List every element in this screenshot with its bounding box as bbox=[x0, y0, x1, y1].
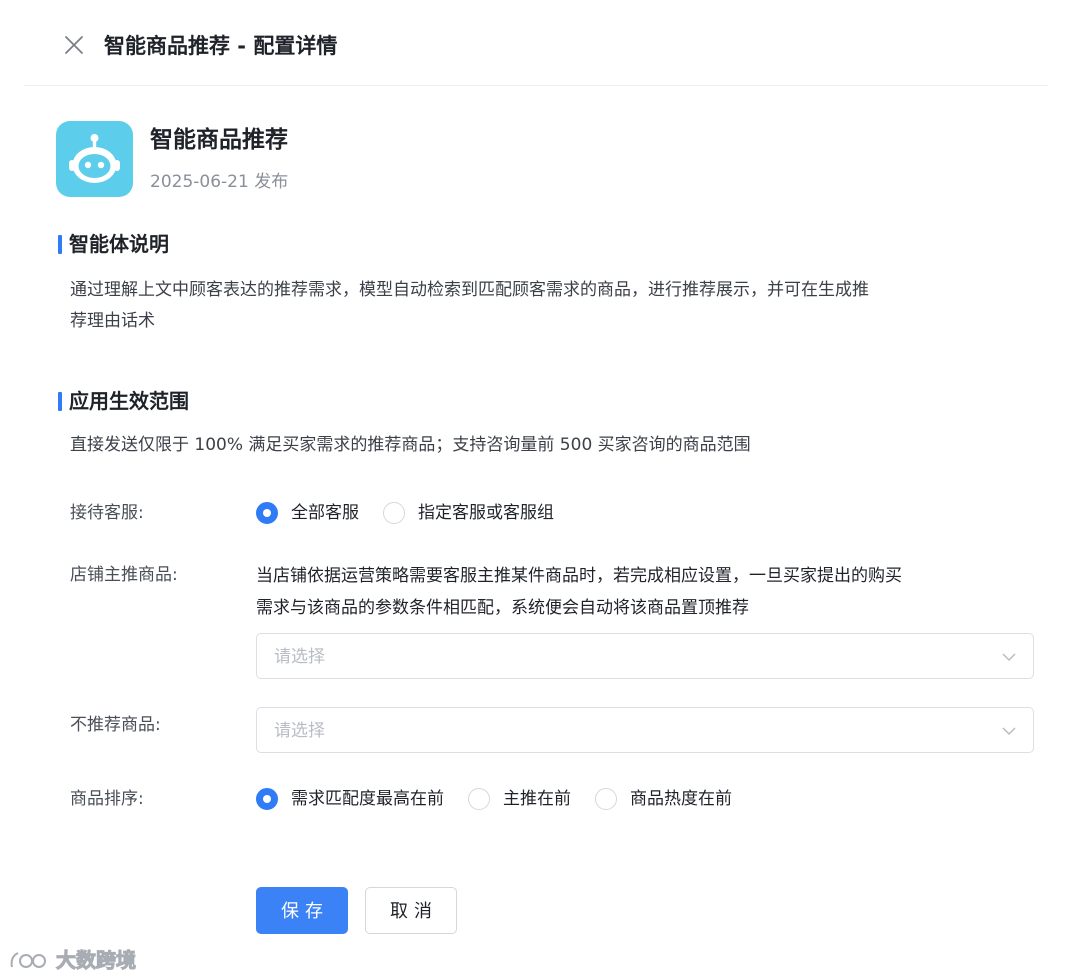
page-title: 智能商品推荐 - 配置详情 bbox=[104, 34, 338, 58]
radio-checked-icon[interactable] bbox=[256, 502, 278, 524]
intro-description-line2: 荐理由话术 bbox=[70, 311, 155, 331]
drawer-header: 智能商品推荐 - 配置详情 bbox=[0, 0, 1080, 86]
radio-sort-featured[interactable]: 主推在前 bbox=[468, 786, 571, 812]
close-icon[interactable] bbox=[62, 33, 86, 57]
radio-label: 主推在前 bbox=[503, 789, 571, 809]
radio-unchecked-icon[interactable] bbox=[383, 502, 405, 524]
sorting-radio-group: 需求匹配度最高在前 主推在前 商品热度在前 bbox=[256, 786, 756, 812]
watermark-text: 大数跨境 bbox=[56, 948, 137, 973]
watermark-logo-icon bbox=[10, 952, 46, 968]
radio-label: 全部客服 bbox=[291, 503, 359, 523]
radio-all-agents[interactable]: 全部客服 bbox=[256, 500, 359, 526]
save-button[interactable]: 保存 bbox=[256, 887, 348, 934]
section-title-intro: 智能体说明 bbox=[58, 231, 169, 257]
radio-label: 商品热度在前 bbox=[630, 789, 732, 809]
radio-sort-popularity[interactable]: 商品热度在前 bbox=[595, 786, 732, 812]
chevron-down-icon bbox=[1002, 727, 1016, 736]
intro-description-line1: 通过理解上文中顾客表达的推荐需求，模型自动检索到匹配顾客需求的商品，进行推荐展示… bbox=[70, 280, 869, 300]
reception-label: 接待客服: bbox=[70, 503, 144, 523]
excluded-products-label: 不推荐商品: bbox=[70, 715, 161, 735]
app-name: 智能商品推荐 bbox=[150, 127, 288, 153]
chevron-down-icon bbox=[1002, 653, 1016, 662]
section-title-scope: 应用生效范围 bbox=[58, 388, 189, 414]
select-placeholder: 请选择 bbox=[274, 647, 325, 667]
cancel-button[interactable]: 取消 bbox=[365, 887, 457, 934]
radio-label: 需求匹配度最高在前 bbox=[291, 789, 444, 809]
featured-hint-line1: 当店铺依据运营策略需要客服主推某件商品时，若完成相应设置，一旦买家提出的购买 bbox=[256, 566, 902, 586]
featured-products-hint: 当店铺依据运营策略需要客服主推某件商品时，若完成相应设置，一旦买家提出的购买 需… bbox=[256, 560, 1046, 624]
excluded-products-select[interactable]: 请选择 bbox=[256, 707, 1034, 753]
radio-unchecked-icon[interactable] bbox=[595, 788, 617, 810]
radio-sort-match[interactable]: 需求匹配度最高在前 bbox=[256, 786, 444, 812]
sorting-label: 商品排序: bbox=[70, 789, 144, 809]
radio-label: 指定客服或客服组 bbox=[418, 503, 554, 523]
radio-unchecked-icon[interactable] bbox=[468, 788, 490, 810]
featured-hint-line2: 需求与该商品的参数条件相匹配，系统便会自动将该商品置顶推荐 bbox=[256, 598, 749, 618]
radio-specific-agents[interactable]: 指定客服或客服组 bbox=[383, 500, 554, 526]
header-divider bbox=[24, 85, 1048, 86]
featured-products-label: 店铺主推商品: bbox=[70, 565, 178, 585]
reception-radio-group: 全部客服 指定客服或客服组 bbox=[256, 500, 578, 526]
publish-date: 2025-06-21 发布 bbox=[150, 172, 289, 192]
featured-products-select[interactable]: 请选择 bbox=[256, 633, 1034, 679]
select-placeholder: 请选择 bbox=[274, 721, 325, 741]
radio-checked-icon[interactable] bbox=[256, 788, 278, 810]
scope-description: 直接发送仅限于 100% 满足买家需求的推荐商品；支持咨询量前 500 买家咨询… bbox=[70, 435, 751, 455]
watermark: 大数跨境 bbox=[8, 946, 137, 974]
robot-icon bbox=[56, 121, 133, 197]
